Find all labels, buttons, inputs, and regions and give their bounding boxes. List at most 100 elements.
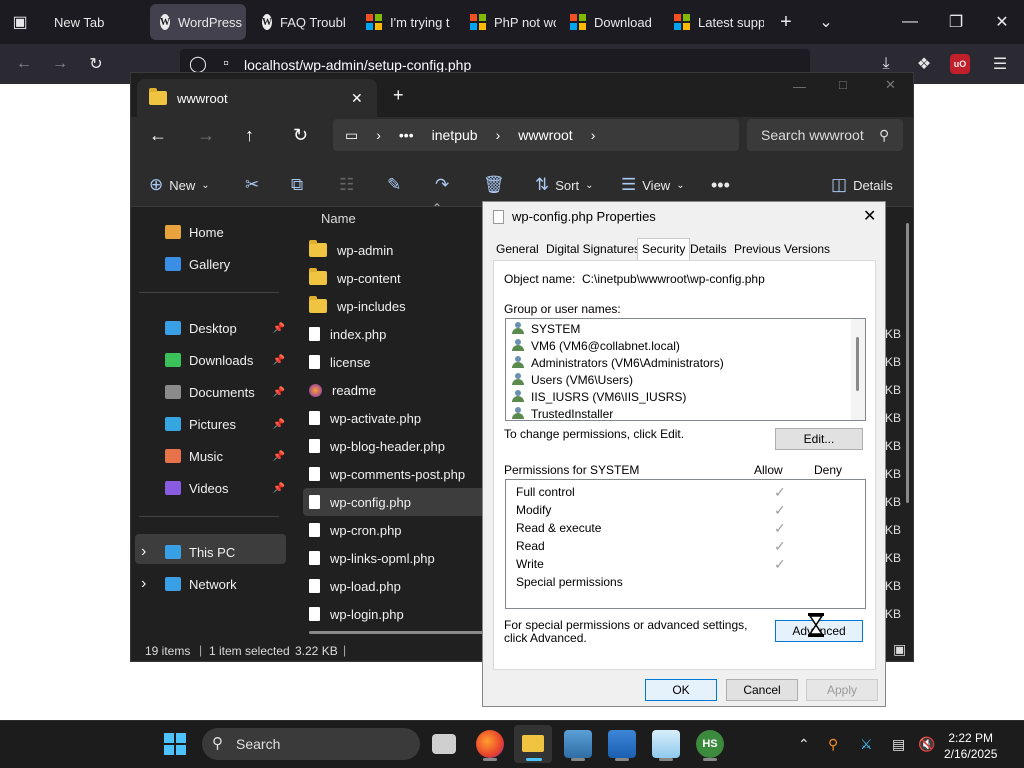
browser-tab[interactable]: Download — [560, 4, 658, 40]
breadcrumb-more[interactable]: ••• — [399, 127, 414, 143]
close-window-button[interactable]: ✕ — [990, 10, 1014, 34]
start-button-icon[interactable] — [164, 733, 186, 755]
browser-tab[interactable]: WWordPress ›✕ — [150, 4, 246, 40]
back-icon[interactable]: ← — [149, 125, 167, 146]
name-column-header[interactable]: Name — [321, 211, 356, 226]
tab-previous-versions[interactable]: Previous Versions — [734, 242, 830, 256]
tray-chevron-up-icon[interactable]: ⌃ — [798, 736, 810, 753]
file-row[interactable]: wp-links-opml.php — [303, 544, 503, 572]
browser-tab[interactable]: W FAQ Troubl — [252, 4, 352, 40]
sidebar-item-network[interactable]: › Network — [141, 570, 291, 598]
close-icon[interactable]: ✕ — [863, 206, 876, 226]
taskbar-search[interactable]: ⚲ Search — [202, 728, 420, 760]
menu-icon[interactable]: ☰ — [988, 52, 1012, 76]
sidebar-item-documents[interactable]: Documents 📌 — [165, 378, 291, 406]
cut-button[interactable]: ✂ — [245, 163, 259, 207]
new-button[interactable]: ⊕ New ⌄ — [149, 163, 210, 207]
browser-tab[interactable]: I'm trying t — [356, 4, 454, 40]
apply-button[interactable]: Apply — [806, 679, 878, 701]
scroll-thumb[interactable] — [856, 337, 859, 391]
horizontal-scrollbar[interactable] — [309, 631, 483, 634]
image-viewer-icon[interactable] — [608, 730, 636, 758]
sidebar-item-desktop[interactable]: Desktop 📌 — [165, 314, 291, 342]
reload-icon[interactable]: ↻ — [84, 52, 108, 76]
page-icon[interactable]: ▫ — [216, 54, 236, 74]
breadcrumb-inetpub[interactable]: inetpub — [432, 127, 478, 143]
forward-icon[interactable]: → — [197, 125, 215, 146]
firefox-icon[interactable] — [476, 730, 504, 758]
sidebar-item-downloads[interactable]: Downloads 📌 — [165, 346, 291, 374]
file-row[interactable]: wp-admin — [303, 236, 503, 264]
firefox-view-icon[interactable]: ▣ — [8, 10, 32, 34]
file-row[interactable]: wp-login.php — [303, 600, 503, 628]
notepad-icon[interactable] — [652, 730, 680, 758]
sidebar-item-gallery[interactable]: Gallery — [165, 250, 291, 278]
file-row[interactable]: wp-cron.php — [303, 516, 503, 544]
file-row[interactable]: wp-content — [303, 264, 503, 292]
close-icon[interactable]: ✕ — [885, 77, 896, 93]
vertical-scrollbar[interactable] — [906, 223, 909, 503]
extensions-icon[interactable]: ❖ — [912, 52, 936, 76]
explorer-tab[interactable]: wwwroot ✕ — [137, 79, 377, 117]
file-row[interactable]: wp-config.php — [303, 488, 503, 516]
browser-tab[interactable]: PhP not wo — [460, 4, 556, 40]
chevron-right-icon[interactable]: › — [141, 543, 146, 561]
task-view-icon[interactable] — [432, 734, 456, 754]
file-row[interactable]: wp-activate.php — [303, 404, 503, 432]
tiles-view-icon[interactable]: ▣ — [893, 641, 906, 658]
user-list-item[interactable]: SYSTEM — [512, 320, 580, 337]
volume-muted-icon[interactable]: 🔇 — [918, 736, 935, 753]
maximize-icon[interactable]: □ — [839, 77, 847, 92]
maximize-button[interactable]: ❐ — [944, 10, 968, 34]
sidebar-item-videos[interactable]: Videos 📌 — [165, 474, 291, 502]
close-tab-icon[interactable]: ✕ — [351, 90, 363, 107]
browser-tab[interactable]: New Tab — [44, 4, 144, 40]
new-tab-button[interactable]: + — [774, 10, 798, 34]
add-tab-icon[interactable]: + — [393, 85, 404, 106]
file-row[interactable]: wp-comments-post.php — [303, 460, 503, 488]
url-text[interactable]: localhost/wp-admin/setup-config.php — [244, 57, 471, 73]
user-list-item[interactable]: TrustedInstaller — [512, 405, 613, 420]
minimize-button[interactable]: — — [898, 10, 922, 34]
user-list-item[interactable]: VM6 (VM6@collabnet.local) — [512, 337, 680, 354]
server-manager-icon[interactable] — [564, 730, 592, 758]
file-row[interactable]: license — [303, 348, 503, 376]
search-tray-icon[interactable]: ⚲ — [828, 736, 838, 753]
taskbar-clock[interactable]: 2:22 PM 2/16/2025 — [944, 730, 997, 762]
rename-button[interactable]: ✎ — [387, 163, 401, 207]
tab-general[interactable]: General — [496, 242, 539, 256]
tab-digital-signatures[interactable]: Digital Signatures — [546, 242, 640, 256]
file-row[interactable]: wp-load.php — [303, 572, 503, 600]
user-list[interactable]: SYSTEM VM6 (VM6@collabnet.local) Administr… — [505, 318, 866, 421]
edit-button[interactable]: Edit... — [775, 428, 863, 450]
tab-details[interactable]: Details — [690, 242, 727, 256]
network-tray-icon[interactable]: ▤ — [892, 736, 905, 753]
user-list-item[interactable]: IIS_IUSRS (VM6\IIS_IUSRS) — [512, 388, 686, 405]
refresh-icon[interactable]: ↻ — [293, 125, 308, 146]
security-tray-icon[interactable]: ⚔ — [860, 736, 873, 753]
sidebar-item-home[interactable]: Home — [165, 218, 291, 246]
browser-tab[interactable]: Latest supp — [664, 4, 764, 40]
back-icon[interactable]: ← — [12, 52, 36, 76]
ublock-icon[interactable]: uO — [950, 54, 970, 74]
up-icon[interactable]: ↑ — [245, 125, 254, 146]
sidebar-item-this-pc[interactable]: › This PC — [141, 538, 291, 566]
address-bar[interactable]: ▭ › ••• inetpub › wwwroot › — [333, 119, 739, 151]
tab-security[interactable]: Security — [637, 238, 691, 261]
hs-app-icon[interactable]: HS — [696, 730, 724, 758]
file-row[interactable]: wp-blog-header.php — [303, 432, 503, 460]
sidebar-item-music[interactable]: Music 📌 — [165, 442, 291, 470]
breadcrumb-wwwroot[interactable]: wwwroot — [518, 127, 572, 143]
ok-button[interactable]: OK — [645, 679, 717, 701]
file-row[interactable]: index.php — [303, 320, 503, 348]
file-row[interactable]: wp-includes — [303, 292, 503, 320]
user-list-item[interactable]: Users (VM6\Users) — [512, 371, 633, 388]
paste-button[interactable]: ☷ — [339, 163, 354, 207]
cancel-button[interactable]: Cancel — [726, 679, 798, 701]
chevron-right-icon[interactable]: › — [141, 575, 146, 593]
shield-icon[interactable]: ◯ — [188, 54, 208, 74]
sidebar-item-pictures[interactable]: Pictures 📌 — [165, 410, 291, 438]
forward-icon[interactable]: → — [48, 52, 72, 76]
minimize-icon[interactable]: — — [793, 79, 806, 94]
copy-button[interactable]: ⧉ — [291, 163, 303, 207]
